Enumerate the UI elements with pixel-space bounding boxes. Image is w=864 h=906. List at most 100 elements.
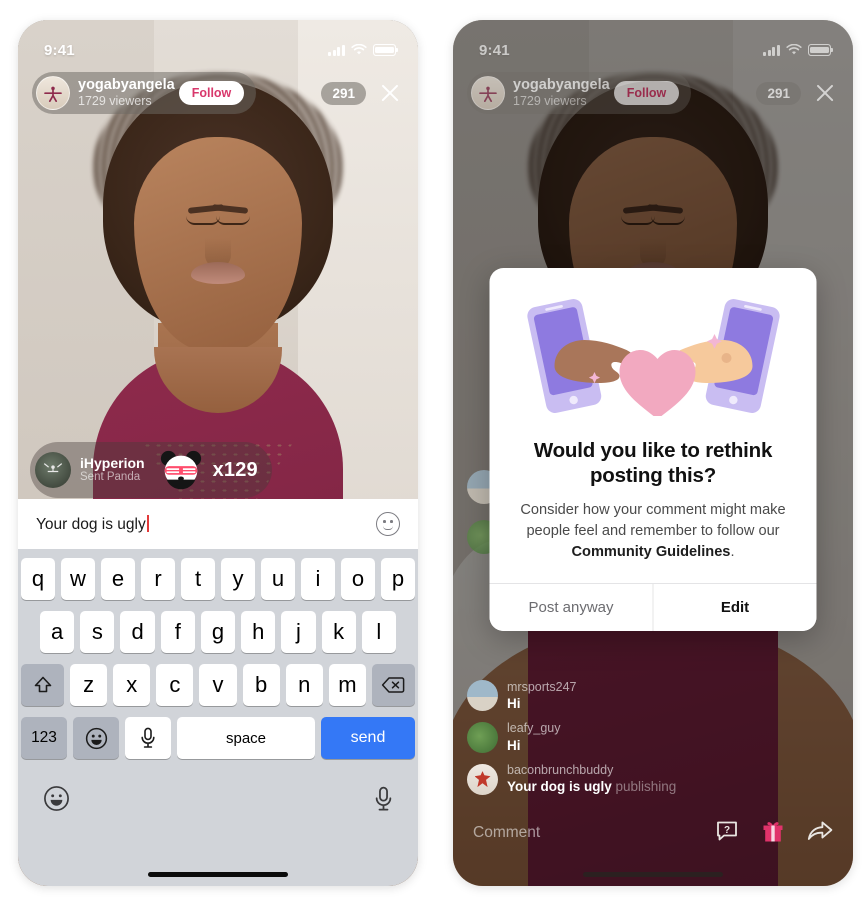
list-item: mrsports247 Hi: [467, 679, 797, 713]
broadcaster-pill[interactable]: yogabyangela 1729 viewers Follow: [32, 72, 257, 114]
key-w[interactable]: w: [61, 558, 95, 600]
comment-username: leafy_guy: [507, 721, 561, 736]
comment-status: publishing: [611, 779, 677, 795]
key-j[interactable]: j: [281, 611, 316, 653]
key-v[interactable]: v: [199, 664, 237, 706]
status-bar: 9:41: [18, 20, 418, 66]
key-q[interactable]: q: [21, 558, 55, 600]
avatar: [467, 763, 498, 795]
backspace-icon[interactable]: [371, 664, 415, 706]
viewer-count-label: 1729 viewers: [78, 93, 152, 108]
rethink-posting-modal: Would you like to rethink posting this? …: [489, 268, 817, 632]
key-i[interactable]: i: [301, 558, 335, 600]
status-bar-clock: 9:41: [44, 41, 75, 59]
comment-text: Hi: [507, 737, 521, 753]
viewer-count-badge[interactable]: 291: [321, 81, 366, 105]
key-o[interactable]: o: [341, 558, 375, 600]
comment-username: mrsports247: [507, 679, 577, 694]
send-button[interactable]: send: [321, 717, 415, 759]
key-y[interactable]: y: [221, 558, 255, 600]
avatar: [471, 76, 505, 110]
comment-input-placeholder[interactable]: Comment: [473, 824, 540, 842]
question-bubble-icon[interactable]: ?: [715, 819, 739, 848]
onscreen-keyboard[interactable]: q w e r t y u i o p a s d f g h j k l z …: [18, 549, 418, 886]
key-t[interactable]: t: [181, 558, 215, 600]
text-cursor: [146, 514, 149, 532]
gift-action-label: Sent Panda: [80, 471, 141, 484]
community-guidelines-link[interactable]: Community Guidelines: [572, 544, 731, 560]
key-b[interactable]: b: [242, 664, 280, 706]
shift-arrow-icon[interactable]: [21, 664, 64, 706]
modal-body-before: Consider how your comment might make peo…: [520, 501, 786, 539]
microphone-icon[interactable]: [374, 786, 393, 817]
keyboard-row-4: 123 space send: [21, 717, 415, 759]
microphone-icon[interactable]: [125, 717, 171, 759]
comment-list: mrsports247 Hi leafy_guy Hi baconbrunchb…: [467, 679, 797, 804]
live-header: yogabyangela 1729 viewers Follow 291: [18, 72, 418, 114]
key-l[interactable]: l: [361, 611, 396, 653]
share-arrow-icon[interactable]: [807, 819, 833, 848]
key-e[interactable]: e: [101, 558, 135, 600]
follow-button[interactable]: Follow: [178, 81, 245, 105]
broadcaster-username: yogabyangela: [513, 77, 610, 94]
phone-left-compose-state: 9:41 y o g abyangela 1729 viewers Follow 29…: [18, 20, 418, 886]
key-z[interactable]: z: [70, 664, 108, 706]
key-a[interactable]: a: [40, 611, 75, 653]
follow-button[interactable]: Follow: [613, 81, 680, 105]
cellular-bars-icon: [328, 44, 345, 56]
key-k[interactable]: k: [321, 611, 356, 653]
bottom-action-bar: Comment ?: [453, 810, 853, 856]
edit-button[interactable]: Edit: [652, 584, 817, 632]
close-icon[interactable]: [378, 81, 402, 105]
phone-right-modal-state: 9:41 yogabyangela 1729 viewers Follow 29…: [453, 20, 853, 886]
comment-composer[interactable]: Your dog is ugly: [18, 499, 418, 549]
key-d[interactable]: d: [120, 611, 155, 653]
key-h[interactable]: h: [241, 611, 276, 653]
numeric-key[interactable]: 123: [21, 717, 67, 759]
key-u[interactable]: u: [261, 558, 295, 600]
key-r[interactable]: r: [141, 558, 175, 600]
key-g[interactable]: g: [200, 611, 236, 653]
battery-icon: [808, 44, 834, 56]
keyboard-tray: [21, 770, 415, 828]
yoga-pose-icon: [479, 86, 497, 102]
modal-body-text: Consider how your comment might make peo…: [514, 500, 793, 563]
key-c[interactable]: c: [156, 664, 194, 706]
emoji-smile-icon[interactable]: [73, 717, 119, 759]
comment-input-text[interactable]: Your dog is ugly: [36, 516, 146, 533]
keyboard-row-3: z x c v b n m: [21, 664, 415, 706]
viewer-count-badge[interactable]: 291: [756, 81, 801, 105]
battery-icon: [373, 44, 399, 56]
emoji-smile-icon[interactable]: [43, 785, 70, 817]
key-n[interactable]: n: [285, 664, 323, 706]
hands-holding-heart-through-phones-illustration: [526, 299, 780, 416]
key-s[interactable]: s: [80, 611, 115, 653]
close-icon[interactable]: [813, 81, 837, 105]
status-bar-clock: 9:41: [479, 41, 510, 59]
gift-icon[interactable]: [761, 818, 785, 848]
status-bar: 9:41: [453, 20, 853, 66]
list-item: baconbrunchbuddy Your dog is ugly publis…: [467, 762, 797, 796]
cellular-bars-icon: [763, 44, 780, 56]
comment-text: Your dog is ugly: [507, 779, 612, 795]
viewer-count-label: 1729 viewers: [513, 93, 587, 108]
modal-actions: Post anyway Edit: [489, 583, 817, 632]
screenshot-canvas: 9:41 y o g abyangela 1729 viewers Follow 29…: [0, 0, 864, 906]
comment-text: Hi: [507, 695, 521, 711]
key-f[interactable]: f: [160, 611, 195, 653]
home-indicator: [583, 872, 723, 877]
keyboard-row-1: q w e r t y u i o p: [21, 558, 415, 600]
space-key[interactable]: space: [177, 717, 315, 759]
panda-gift-icon: [160, 450, 201, 490]
live-header: yogabyangela 1729 viewers Follow 291: [453, 72, 853, 114]
gift-multiplier: x129: [212, 458, 258, 481]
key-x[interactable]: x: [113, 664, 151, 706]
drone-photo-icon: [43, 463, 63, 473]
wifi-icon: [351, 44, 367, 55]
emoji-face-icon[interactable]: [376, 512, 400, 536]
broadcaster-pill[interactable]: yogabyangela 1729 viewers Follow: [467, 72, 692, 114]
key-p[interactable]: p: [381, 558, 415, 600]
key-m[interactable]: m: [328, 664, 366, 706]
post-anyway-button[interactable]: Post anyway: [489, 584, 653, 632]
broadcaster-username: yogabyangela: [78, 77, 175, 94]
